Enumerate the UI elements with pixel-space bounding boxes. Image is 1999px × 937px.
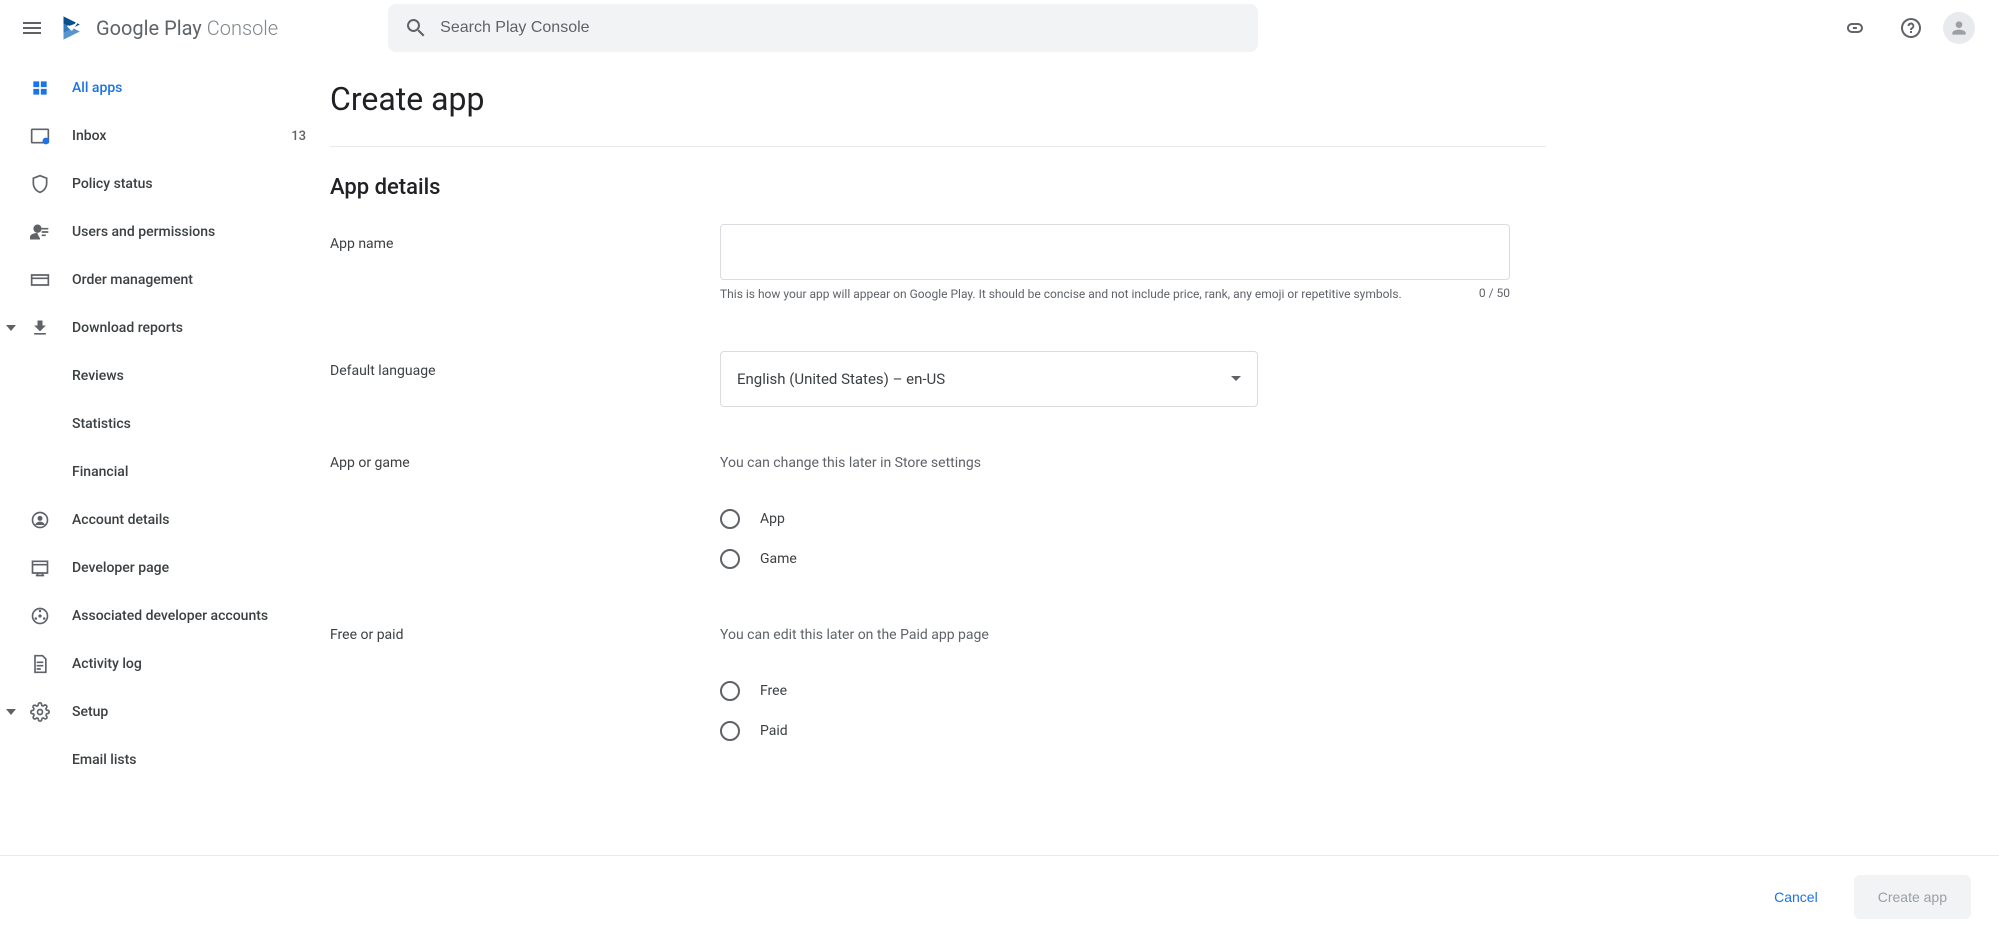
radio-icon <box>720 721 740 741</box>
app-or-game-label: App or game <box>330 455 720 579</box>
radio-label: Free <box>760 683 787 699</box>
account-icon <box>28 508 52 532</box>
settings-icon <box>28 700 52 724</box>
default-language-select[interactable]: English (United States) – en-US <box>720 351 1258 407</box>
sidebar-subitem-reviews[interactable]: Reviews <box>0 352 330 400</box>
header-actions <box>1831 4 1991 52</box>
radio-option-game[interactable]: Game <box>720 539 981 579</box>
sidebar-badge: 13 <box>291 129 306 144</box>
search-icon <box>396 8 436 48</box>
radio-label: App <box>760 511 785 527</box>
app-name-helper: This is how your app will appear on Goog… <box>720 286 1479 303</box>
app-name-char-count: 0 / 50 <box>1479 286 1510 303</box>
sidebar-item-download-reports[interactable]: Download reports <box>0 304 330 352</box>
sidebar-item-order-management[interactable]: Order management <box>0 256 330 304</box>
sidebar-item-label: Setup <box>72 704 306 720</box>
radio-label: Game <box>760 551 797 567</box>
page-title: Create app <box>330 80 1546 118</box>
sidebar-item-label: Developer page <box>72 560 306 576</box>
main-content: Create app App details App name This is … <box>330 56 1999 855</box>
divider <box>330 146 1546 147</box>
card-icon <box>28 268 52 292</box>
help-icon <box>1899 16 1923 40</box>
sidebar-item-activity-log[interactable]: Activity log <box>0 640 330 688</box>
assoc-icon <box>28 604 52 628</box>
app-name-input[interactable] <box>720 224 1510 280</box>
radio-icon <box>720 549 740 569</box>
inbox-icon <box>28 124 52 148</box>
chevron-down-icon <box>1231 376 1241 381</box>
sidebar-item-label: Users and permissions <box>72 224 306 240</box>
sidebar-item-policy-status[interactable]: Policy status <box>0 160 330 208</box>
shield-icon <box>28 172 52 196</box>
sidebar-item-label: Download reports <box>72 320 306 336</box>
sidebar-nav: All apps Inbox13 Policy status Users and pe… <box>0 56 330 855</box>
sidebar-subitem-email-lists[interactable]: Email lists <box>0 736 330 784</box>
radio-label: Paid <box>760 723 788 739</box>
sidebar-subitem-statistics[interactable]: Statistics <box>0 400 330 448</box>
radio-icon <box>720 509 740 529</box>
radio-option-app[interactable]: App <box>720 499 981 539</box>
sidebar-item-all-apps[interactable]: All apps <box>0 64 330 112</box>
app-header: Google Play Console <box>0 0 1999 56</box>
default-language-value: English (United States) – en-US <box>737 370 1231 388</box>
radio-option-paid[interactable]: Paid <box>720 711 989 751</box>
sidebar-item-label: Inbox <box>72 128 291 144</box>
radio-option-free[interactable]: Free <box>720 671 989 711</box>
search-bar[interactable] <box>388 4 1258 52</box>
account-avatar[interactable] <box>1943 12 1975 44</box>
hamburger-icon <box>20 16 44 40</box>
sidebar-item-label: All apps <box>72 80 306 96</box>
play-console-logo-icon <box>60 14 88 42</box>
download-icon <box>28 316 52 340</box>
people-icon <box>28 220 52 244</box>
log-icon <box>28 652 52 676</box>
caret-down-icon <box>6 323 16 333</box>
link-icon <box>1843 16 1867 40</box>
logo-text: Google Play Console <box>96 16 278 40</box>
sidebar-item-inbox[interactable]: Inbox13 <box>0 112 330 160</box>
sidebar-item-label: Associated developer accounts <box>72 608 306 624</box>
help-button[interactable] <box>1887 4 1935 52</box>
sidebar-item-label: Order management <box>72 272 306 288</box>
free-or-paid-hint: You can edit this later on the Paid app … <box>720 627 989 643</box>
sidebar-item-developer-page[interactable]: Developer page <box>0 544 330 592</box>
radio-icon <box>720 681 740 701</box>
sidebar-item-account-details[interactable]: Account details <box>0 496 330 544</box>
avatar-icon <box>1949 18 1969 38</box>
caret-down-icon <box>6 707 16 717</box>
cancel-button[interactable]: Cancel <box>1750 875 1842 919</box>
app-name-label: App name <box>330 224 720 303</box>
hamburger-menu-button[interactable] <box>8 4 56 52</box>
search-input[interactable] <box>436 19 1250 37</box>
sidebar-subitem-financial[interactable]: Financial <box>0 448 330 496</box>
logo[interactable]: Google Play Console <box>60 14 278 42</box>
sidebar-item-users-and-permissions[interactable]: Users and permissions <box>0 208 330 256</box>
link-button[interactable] <box>1831 4 1879 52</box>
app-or-game-hint: You can change this later in Store setti… <box>720 455 981 471</box>
section-title: App details <box>330 175 1546 200</box>
default-language-label: Default language <box>330 351 720 407</box>
sidebar-item-associated-developer-accounts[interactable]: Associated developer accounts <box>0 592 330 640</box>
sidebar-item-setup[interactable]: Setup <box>0 688 330 736</box>
create-app-button[interactable]: Create app <box>1854 875 1971 919</box>
footer-actions: Cancel Create app <box>0 855 1999 937</box>
sidebar-item-label: Policy status <box>72 176 306 192</box>
sidebar-item-label: Activity log <box>72 656 306 672</box>
apps-icon <box>28 76 52 100</box>
devpage-icon <box>28 556 52 580</box>
sidebar-item-label: Account details <box>72 512 306 528</box>
free-or-paid-label: Free or paid <box>330 627 720 751</box>
